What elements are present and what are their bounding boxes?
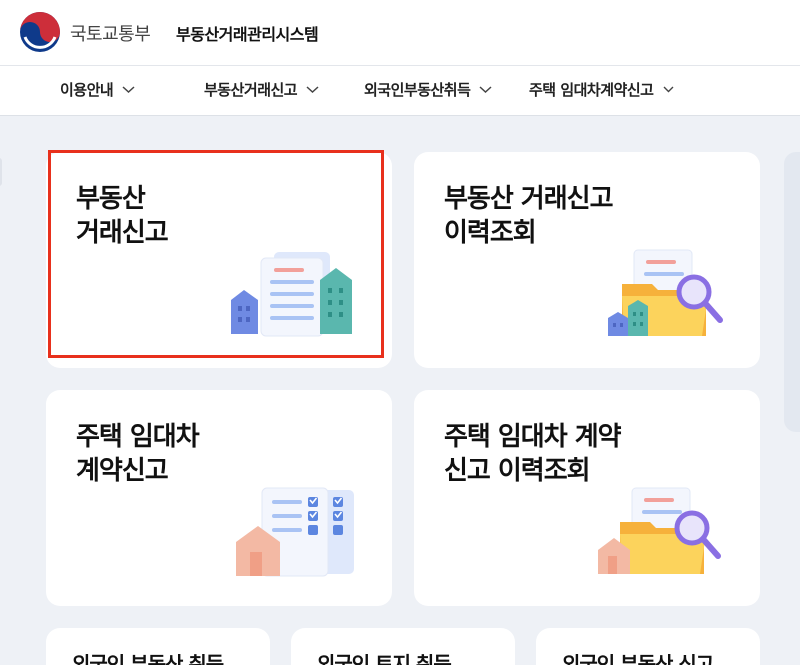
card-title: 부동산 거래신고: [76, 184, 169, 248]
nav-item-label: 외국인부동산취득: [364, 81, 471, 99]
card-title: 외국인 부동산 취득: [72, 652, 224, 665]
carousel-prev-edge: [0, 158, 2, 186]
card-lease-history[interactable]: 주택 임대차 계약 신고 이력조회: [414, 390, 760, 606]
government-emblem-icon[interactable]: [19, 11, 61, 53]
card-title: 부동산 거래신고 이력조회: [444, 184, 613, 248]
system-title[interactable]: 부동산거래관리시스템: [176, 21, 319, 45]
nav-item-guide[interactable]: 이용안내: [60, 79, 135, 100]
chevron-down-icon: [479, 86, 492, 94]
ministry-name[interactable]: 국토교통부: [70, 20, 151, 46]
main-nav: 이용안내 부동산거래신고 외국인부동산취득 주택 임대차계약신고: [0, 66, 800, 116]
nav-item-transaction-report[interactable]: 부동산거래신고: [204, 79, 319, 100]
card-title: 외국인 부동산 신고: [562, 652, 714, 665]
card-foreigner-land[interactable]: 외국인 토지 취득: [291, 628, 515, 665]
side-panel-edge: [784, 152, 800, 432]
card-foreigner-report[interactable]: 외국인 부동산 신고: [536, 628, 760, 665]
document-buildings-icon: [231, 252, 352, 337]
card-title: 주택 임대차 계약신고: [76, 422, 200, 486]
chevron-down-icon: [122, 86, 135, 94]
card-transaction-report[interactable]: 부동산 거래신고: [46, 152, 392, 368]
folder-search-house-icon: [598, 487, 721, 574]
card-transaction-history[interactable]: 부동산 거래신고 이력조회: [414, 152, 760, 368]
nav-item-lease-report[interactable]: 주택 임대차계약신고: [529, 79, 675, 100]
header: 국토교통부 부동산거래관리시스템: [0, 0, 800, 66]
nav-item-label: 주택 임대차계약신고: [529, 81, 654, 99]
card-foreigner-property[interactable]: 외국인 부동산 취득: [46, 628, 270, 665]
nav-item-foreigner-acquisition[interactable]: 외국인부동산취득: [364, 79, 492, 100]
chevron-down-icon: [306, 86, 319, 94]
chevron-down-icon: [663, 86, 674, 93]
card-lease-report[interactable]: 주택 임대차 계약신고: [46, 390, 392, 606]
card-title: 외국인 토지 취득: [317, 652, 452, 665]
nav-item-label: 이용안내: [60, 81, 114, 99]
checklist-house-icon: [236, 487, 354, 577]
card-title: 주택 임대차 계약 신고 이력조회: [444, 422, 622, 486]
folder-search-icon: [608, 249, 723, 336]
nav-item-label: 부동산거래신고: [204, 81, 298, 99]
